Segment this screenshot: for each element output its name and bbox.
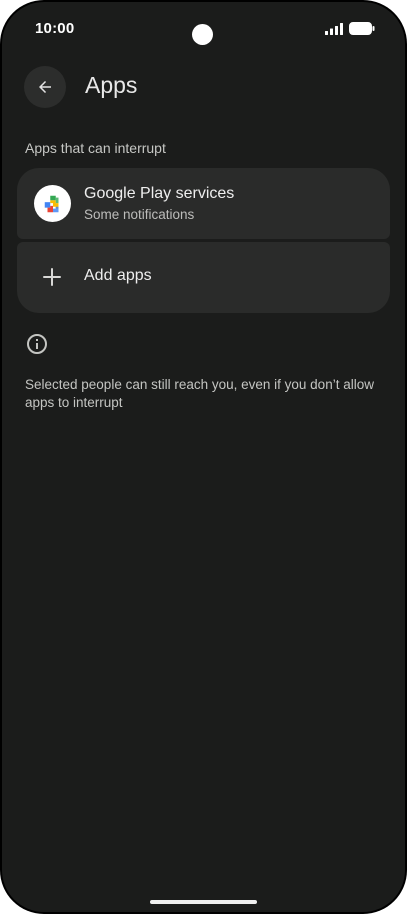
footer-note: Selected people can still reach you, eve… [25, 377, 374, 410]
app-subtitle: Some notifications [84, 207, 195, 222]
add-apps-label: Add apps [84, 267, 152, 284]
phone-frame: 10:00 Apps Apps that can interrupt Googl… [0, 0, 407, 914]
signal-icon [325, 22, 343, 35]
add-apps-button[interactable]: Add apps [17, 242, 390, 313]
status-icons [325, 22, 375, 35]
screen: 10:00 Apps Apps that can interrupt Googl… [2, 2, 405, 912]
info-icon [27, 334, 47, 354]
app-item-google-play-services[interactable]: Google Play services Some notifications [17, 168, 390, 239]
camera-cutout [192, 24, 213, 45]
battery-icon [349, 22, 375, 35]
back-button[interactable] [24, 66, 66, 108]
status-time: 10:00 [35, 20, 75, 37]
arrow-back-icon [39, 81, 51, 93]
plus-icon [43, 268, 61, 286]
app-name: Google Play services [84, 185, 235, 202]
page-title: Apps [85, 72, 138, 98]
google-play-services-icon [34, 185, 71, 222]
section-label: Apps that can interrupt [25, 140, 166, 156]
home-indicator[interactable] [150, 900, 257, 904]
